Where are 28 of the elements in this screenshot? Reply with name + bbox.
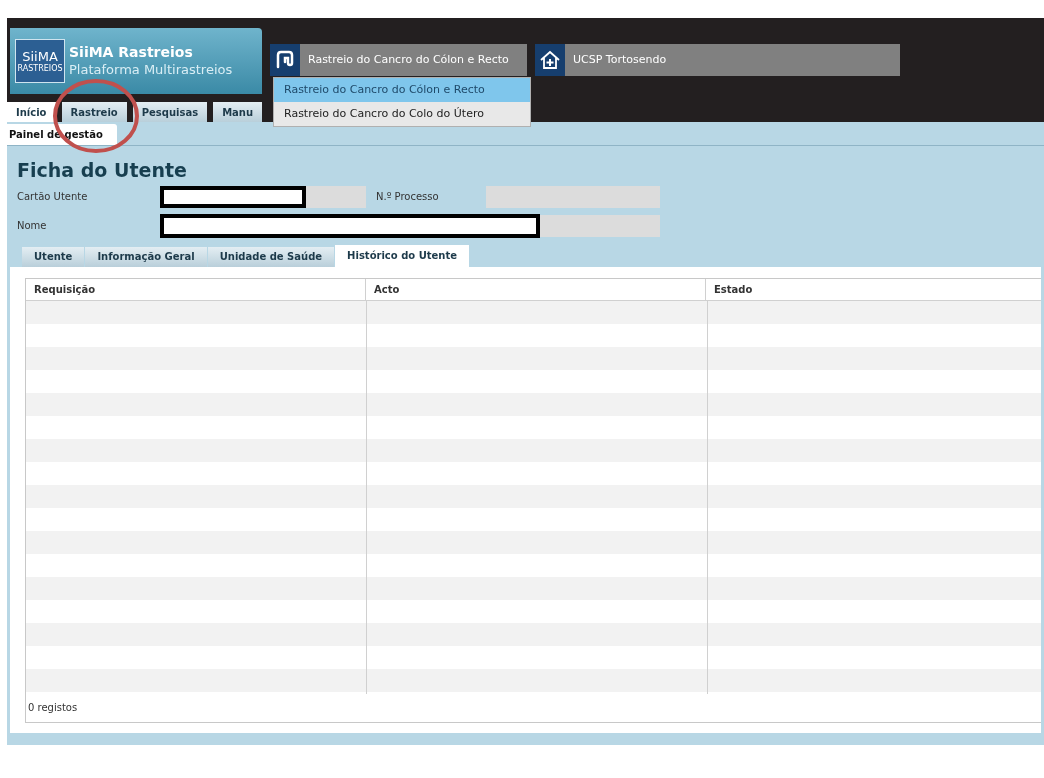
- dropdown-option[interactable]: Rastreio do Cancro do Colo do Útero: [274, 102, 530, 126]
- column-header[interactable]: Requisição: [26, 278, 366, 300]
- input-field[interactable]: [486, 185, 660, 208]
- detail-tab[interactable]: Informação Geral: [85, 246, 207, 267]
- program-selector[interactable]: Rastreio do Cancro do Cólon e Recto: [270, 44, 527, 76]
- app-subtitle: Plataforma Multirastreios: [69, 61, 233, 78]
- logo-mark: SiiMA RASTREIOS: [15, 39, 65, 83]
- detail-tab[interactable]: Utente: [22, 246, 85, 267]
- field-label: N.º Processo: [376, 190, 440, 205]
- detail-tab[interactable]: Unidade de Saúde: [207, 246, 335, 267]
- input-field[interactable]: [306, 185, 366, 208]
- nav-tab[interactable]: Rastreio: [61, 102, 127, 122]
- nav-tab[interactable]: Pesquisas: [132, 102, 208, 122]
- input-field[interactable]: [540, 214, 660, 237]
- intestine-icon: [274, 49, 296, 71]
- column-header[interactable]: Estado: [706, 278, 1041, 300]
- nav-tab[interactable]: Início: [7, 102, 56, 122]
- house-plus-icon: [539, 49, 561, 71]
- nav-tab[interactable]: Manu: [213, 102, 263, 122]
- column-header[interactable]: Acto: [366, 278, 706, 300]
- detail-tab[interactable]: Histórico do Utente: [335, 244, 470, 267]
- app-title: SiiMA Rastreios: [69, 44, 194, 61]
- page-title: Ficha do Utente: [17, 157, 188, 182]
- unit-selector[interactable]: UCSP Tortosendo: [535, 44, 900, 76]
- record-count: 0 registos: [28, 701, 78, 716]
- dropdown-option[interactable]: Rastreio do Cancro do Cólon e Recto: [274, 78, 530, 102]
- field-label: Nome: [17, 219, 48, 234]
- field-label: Cartão Utente: [17, 190, 89, 205]
